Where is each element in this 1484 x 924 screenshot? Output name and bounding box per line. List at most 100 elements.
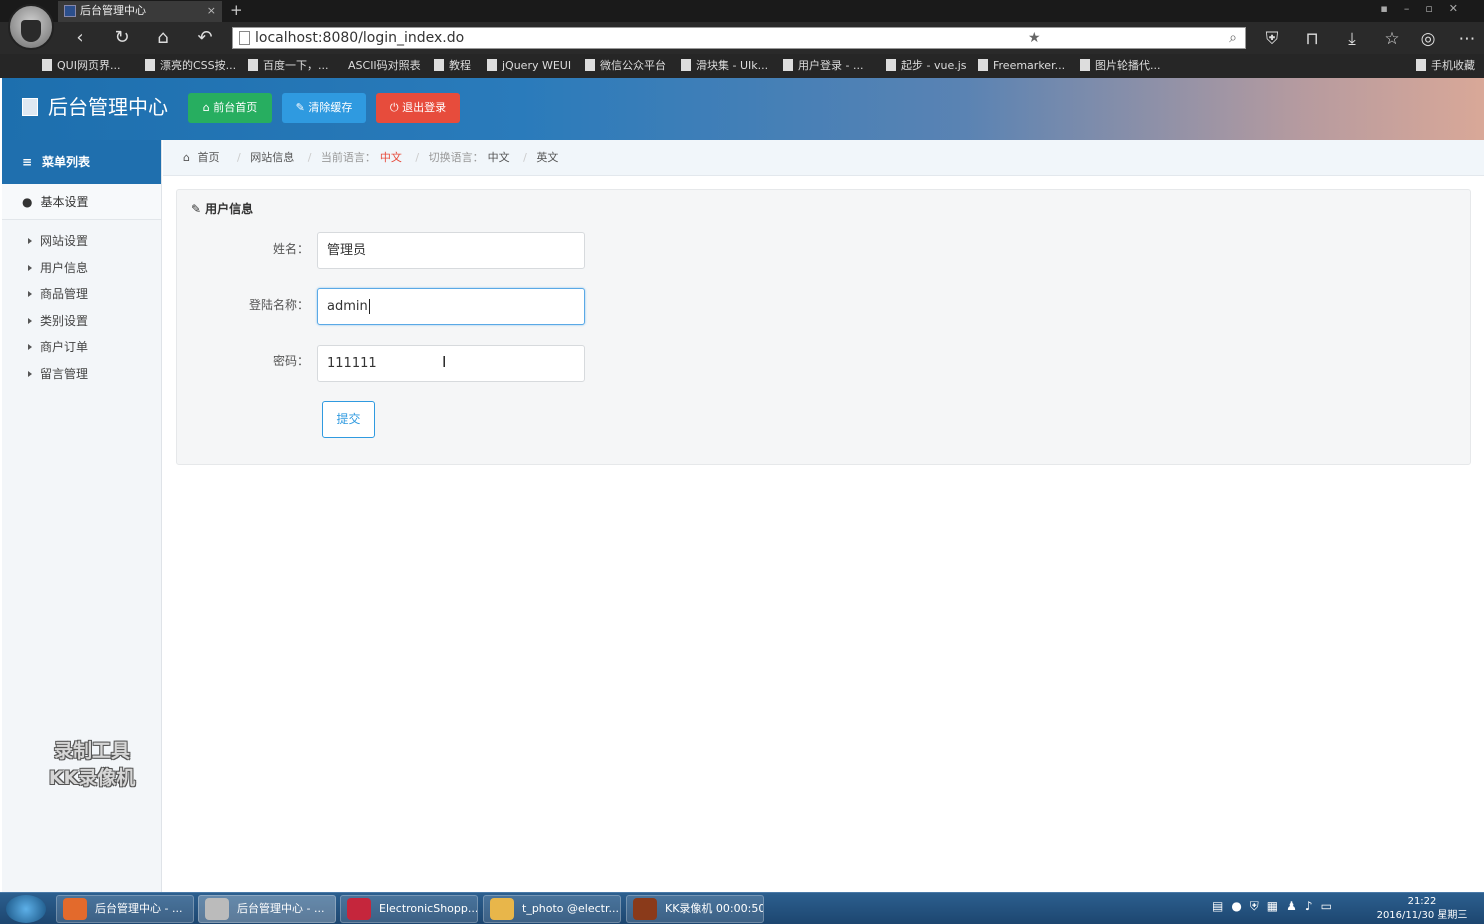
home-icon[interactable]: ⌂ <box>151 26 175 50</box>
caret-right-icon <box>28 264 32 271</box>
bookmark-item[interactable]: 微信公众平台 <box>585 58 666 74</box>
breadcrumb-site-info[interactable]: 网站信息 <box>250 151 294 164</box>
bookmark-item[interactable]: ASCII码对照表 <box>348 58 421 74</box>
lang-english-link[interactable]: 英文 <box>536 151 558 164</box>
app-header: 后台管理中心 ⌂ 前台首页 ✎ 清除缓存 ⏻ 退出登录 <box>2 78 1484 140</box>
system-tray[interactable]: ▤●⛨▦♟♪▭ <box>1212 899 1340 914</box>
sidebar: ≡ 菜单列表 ● 基本设置 网站设置 用户信息 商品管理 类别设置 商户订单 留言管… <box>2 140 162 892</box>
bookmark-item[interactable]: 图片轮播代... <box>1080 58 1161 74</box>
taskbar-item[interactable]: ElectronicShopp... <box>340 895 478 923</box>
wrench-icon: ✎ <box>295 101 309 114</box>
panel-title: ✎ 用户信息 <box>191 202 254 216</box>
page-icon <box>145 59 155 71</box>
swirl-icon <box>681 59 691 71</box>
image-icon <box>1080 59 1090 71</box>
caret-right-icon <box>28 291 32 297</box>
login-name-label: 登陆名称： <box>248 298 309 312</box>
browser-tabbar: 后台管理中心 × + ▪–▫✕ <box>0 0 1484 22</box>
bookmark-item[interactable]: 起步 - vue.js <box>886 58 967 74</box>
favorites-star-icon[interactable]: ☆ <box>1381 28 1403 50</box>
taskbar: 后台管理中心 - ... 后台管理中心 - ... ElectronicShop… <box>0 892 1484 924</box>
user-avatar[interactable] <box>8 4 54 50</box>
browser-tab[interactable]: 后台管理中心 × <box>58 1 222 22</box>
current-language-value: 中文 <box>379 151 402 164</box>
gamepad-icon[interactable]: ◎ <box>1417 28 1439 50</box>
start-button[interactable] <box>6 895 46 923</box>
bookmark-item[interactable]: QUI网页界... <box>42 58 120 74</box>
sidebar-submenu: 网站设置 用户信息 商品管理 类别设置 商户订单 留言管理 <box>2 220 161 387</box>
undo-icon[interactable]: ↶ <box>193 26 217 50</box>
taskbar-item-active[interactable]: 后台管理中心 - ... <box>198 895 336 923</box>
login-name-field[interactable]: admin <box>317 288 585 325</box>
search-icon[interactable]: ⌕ <box>1229 28 1237 48</box>
bookmark-star-icon[interactable]: ★ <box>1028 28 1041 48</box>
breadcrumb-home[interactable]: ⌂ 首页 <box>183 151 223 164</box>
bookmark-folder[interactable]: 教程 <box>434 58 471 74</box>
sidebar-item-site-settings[interactable]: 网站设置 <box>2 228 161 255</box>
menu-list-header: ≡ 菜单列表 <box>2 140 161 184</box>
sidebar-item-user-info[interactable]: 用户信息 <box>2 255 161 282</box>
password-field[interactable]: 111111 <box>317 345 585 382</box>
navicat-icon <box>490 898 514 920</box>
download-icon[interactable]: ⤓ <box>1341 28 1363 50</box>
new-tab-button[interactable]: + <box>230 0 243 20</box>
kk-recorder-icon <box>633 898 657 920</box>
ibeam-cursor-icon: I <box>442 353 447 371</box>
tab-close-icon[interactable]: × <box>207 1 216 21</box>
page-icon <box>783 59 793 71</box>
c-logo-icon <box>978 59 988 71</box>
sidebar-item-categories[interactable]: 类别设置 <box>2 308 161 335</box>
page-icon <box>42 59 52 71</box>
page-icon <box>487 59 497 71</box>
bookmark-item[interactable]: 百度一下，... <box>248 58 329 74</box>
password-label: 密码： <box>272 354 309 368</box>
bookmark-item[interactable]: Freemarker... <box>978 58 1065 74</box>
list-icon: ≡ <box>22 155 33 169</box>
switch-language-label: 切换语言： <box>428 151 484 164</box>
caret-right-icon <box>28 370 32 377</box>
home-icon: ⌂ <box>202 101 214 114</box>
sidebar-group-basic-settings[interactable]: ● 基本设置 <box>2 184 161 220</box>
bookmark-item[interactable]: 漂亮的CSS按... <box>145 58 236 74</box>
sidebar-item-products[interactable]: 商品管理 <box>2 281 161 308</box>
reload-icon[interactable]: ↻ <box>110 26 134 50</box>
logout-button[interactable]: ⏻ 退出登录 <box>376 93 460 123</box>
taskbar-item[interactable]: t_photo @electr... <box>483 895 621 923</box>
bookmark-item[interactable]: 滑块集 - UIk... <box>681 58 768 74</box>
text-caret <box>368 299 370 314</box>
clear-cache-button[interactable]: ✎ 清除缓存 <box>282 93 366 123</box>
taskbar-item[interactable]: KK录像机 00:00:50 <box>626 895 764 923</box>
sidebar-item-messages[interactable]: 留言管理 <box>2 361 161 388</box>
bookmark-item[interactable]: jQuery WEUI <box>487 58 571 74</box>
sidebar-item-orders[interactable]: 商户订单 <box>2 334 161 361</box>
back-icon[interactable]: ‹ <box>68 26 92 50</box>
folder-icon <box>434 59 444 71</box>
submit-button[interactable]: 提交 <box>322 401 375 438</box>
intellij-icon <box>347 898 371 920</box>
lang-chinese-link[interactable]: 中文 <box>488 151 510 164</box>
taskbar-clock[interactable]: 21:22 2016/11/30 星期三 <box>1372 895 1472 923</box>
bookmarks-bar: QUI网页界... 漂亮的CSS按... 百度一下，... ASCII码对照表 … <box>0 54 1484 78</box>
bookmark-item[interactable]: 用户登录 - ... <box>783 58 863 74</box>
lock-icon[interactable]: ⊓ <box>1301 28 1323 50</box>
window-controls[interactable]: ▪–▫✕ <box>1380 2 1474 15</box>
page-icon <box>239 31 250 45</box>
shield-icon[interactable]: ⛨ <box>1261 28 1283 50</box>
frontend-home-button[interactable]: ⌂ 前台首页 <box>188 93 272 123</box>
logo-icon <box>22 98 38 116</box>
name-field[interactable]: 管理员 <box>317 232 585 269</box>
name-label: 姓名： <box>272 242 309 256</box>
caret-right-icon <box>28 238 32 244</box>
home-icon: ⌂ <box>183 151 194 164</box>
user-info-panel: ✎ 用户信息 姓名： 管理员 登陆名称： admin 密码： 111111 I 提… <box>176 189 1471 465</box>
more-icon[interactable]: ⋯ <box>1456 28 1478 50</box>
edit-icon: ✎ <box>191 202 202 216</box>
breadcrumb: ⌂ 首页 / 网站信息 / 当前语言： 中文 / 切换语言： 中文 / 英文 <box>163 140 1484 176</box>
power-icon: ⏻ <box>389 101 403 114</box>
address-bar[interactable]: localhost:8080/login_index.do ★ ⌕ <box>232 27 1246 49</box>
taskbar-item[interactable]: 后台管理中心 - ... <box>56 895 194 923</box>
caret-right-icon <box>28 317 32 324</box>
app-title: 后台管理中心 <box>48 95 168 119</box>
bookmark-folder[interactable]: 手机收藏 <box>1416 58 1475 74</box>
paw-icon <box>248 59 258 71</box>
